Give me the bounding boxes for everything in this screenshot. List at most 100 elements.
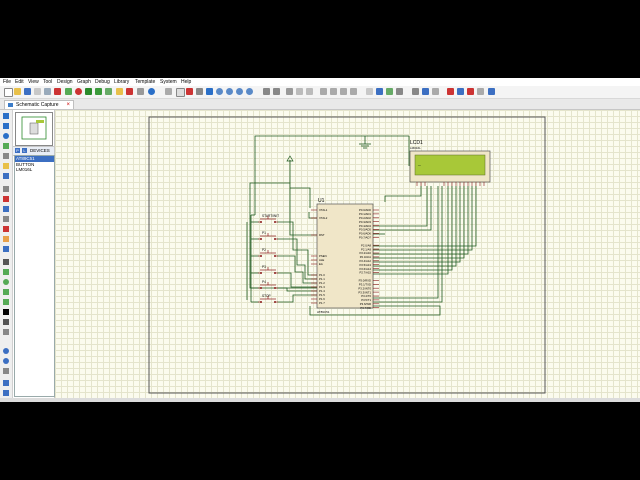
library-manager-button[interactable]: L — [22, 148, 27, 153]
text-icon[interactable] — [3, 309, 9, 315]
3d-icon[interactable] — [105, 88, 112, 95]
close-project-icon[interactable] — [54, 88, 61, 95]
subcircuit-icon[interactable] — [3, 173, 9, 179]
decompose-icon[interactable] — [396, 88, 403, 95]
refresh-icon[interactable] — [165, 88, 172, 95]
menu-file[interactable]: File — [3, 78, 11, 86]
library-icon[interactable] — [137, 88, 144, 95]
arc-icon[interactable] — [3, 289, 9, 295]
pushbutton[interactable]: P2 — [258, 248, 278, 257]
block-delete-icon[interactable] — [350, 88, 357, 95]
grid-icon[interactable] — [176, 88, 185, 97]
tape-icon[interactable] — [3, 216, 9, 222]
design-explorer-icon[interactable] — [447, 88, 454, 95]
mirror-y-icon[interactable] — [3, 390, 9, 396]
menu-system[interactable]: System — [160, 78, 177, 86]
component-mode-icon[interactable] — [3, 123, 9, 129]
menu-library[interactable]: Library — [114, 78, 129, 86]
origin-icon[interactable] — [186, 88, 193, 95]
bom-icon[interactable] — [116, 88, 123, 95]
pushbutton[interactable]: START/INIT — [258, 214, 279, 223]
text-script-icon[interactable] — [3, 153, 9, 159]
package-icon[interactable] — [386, 88, 393, 95]
pick-devices-button[interactable]: P — [15, 148, 20, 153]
electrical-check-icon[interactable] — [488, 88, 495, 95]
redo-icon[interactable] — [273, 88, 280, 95]
zoom-area-icon[interactable] — [246, 88, 253, 95]
terminal-icon[interactable] — [3, 186, 9, 192]
new-sheet-icon[interactable] — [457, 88, 464, 95]
search-icon[interactable] — [422, 88, 429, 95]
menu-help[interactable]: Help — [181, 78, 191, 86]
circle-icon[interactable] — [3, 279, 9, 285]
block-rotate-icon[interactable] — [340, 88, 347, 95]
rotate-cw-icon[interactable] — [3, 348, 9, 354]
selection-mode-icon[interactable] — [3, 113, 9, 119]
paste-icon[interactable] — [306, 88, 313, 95]
pushbutton[interactable]: P3 — [258, 265, 278, 274]
marker-icon[interactable] — [3, 329, 9, 335]
open-icon[interactable] — [14, 88, 21, 95]
help-icon[interactable] — [148, 88, 155, 95]
menu-tool[interactable]: Tool — [43, 78, 52, 86]
source-icon[interactable] — [126, 88, 133, 95]
export-icon[interactable] — [44, 88, 51, 95]
gerber-icon[interactable] — [95, 88, 102, 95]
zoom-in-icon[interactable] — [216, 88, 223, 95]
pushbutton[interactable]: P1 — [258, 231, 278, 240]
undo-icon[interactable] — [263, 88, 270, 95]
pan-icon[interactable] — [196, 88, 203, 95]
copy-icon[interactable] — [296, 88, 303, 95]
pick-device-icon[interactable] — [366, 88, 373, 95]
junction-icon[interactable] — [3, 133, 9, 139]
overview-window[interactable] — [15, 112, 53, 146]
save-icon[interactable] — [24, 88, 31, 95]
angle-icon[interactable] — [3, 368, 9, 374]
move-icon[interactable] — [206, 88, 213, 95]
property-icon[interactable] — [432, 88, 439, 95]
pcb-icon[interactable] — [85, 88, 92, 95]
menu-graph[interactable]: Graph — [77, 78, 91, 86]
close-tab-button[interactable]: × — [66, 101, 70, 109]
mirror-x-icon[interactable] — [3, 380, 9, 386]
rotate-ccw-icon[interactable] — [3, 358, 9, 364]
schematic-icon[interactable] — [75, 88, 82, 95]
pushbutton[interactable]: STOP — [258, 294, 278, 303]
mcu-component[interactable]: U1 AT89C51 XTAL1XTAL2RSTPSENALEEAP1.0P1.… — [311, 198, 379, 314]
remove-sheet-icon[interactable] — [467, 88, 474, 95]
netlist-icon[interactable] — [477, 88, 484, 95]
menu-debug[interactable]: Debug — [95, 78, 110, 86]
menu-template[interactable]: Template — [135, 78, 155, 86]
menu-view[interactable]: View — [28, 78, 39, 86]
button-label: START/INIT — [262, 214, 279, 218]
home-icon[interactable] — [65, 88, 72, 95]
make-device-icon[interactable] — [376, 88, 383, 95]
list-item[interactable]: LM016L — [15, 167, 54, 173]
lcd-component[interactable]: LCD1 LM016L _ — [409, 140, 491, 186]
bus-icon[interactable] — [3, 163, 9, 169]
graph-icon[interactable] — [3, 206, 9, 212]
instrument-icon[interactable] — [3, 246, 9, 252]
cut-icon[interactable] — [286, 88, 293, 95]
probe-icon[interactable] — [3, 236, 9, 242]
generator-icon[interactable] — [3, 226, 9, 232]
path-icon[interactable] — [3, 299, 9, 305]
menu-design[interactable]: Design — [57, 78, 73, 86]
zoom-all-icon[interactable] — [236, 88, 243, 95]
new-icon[interactable] — [4, 88, 13, 97]
block-copy-icon[interactable] — [320, 88, 327, 95]
wire-label-icon[interactable] — [3, 143, 9, 149]
device-pin-icon[interactable] — [3, 196, 9, 202]
menu-edit[interactable]: Edit — [15, 78, 24, 86]
import-icon[interactable] — [34, 88, 41, 95]
symbol-icon[interactable] — [3, 319, 9, 325]
line-icon[interactable] — [3, 259, 9, 265]
block-move-icon[interactable] — [330, 88, 337, 95]
box-icon[interactable] — [3, 269, 9, 275]
zoom-out-icon[interactable] — [226, 88, 233, 95]
tab-schematic-capture[interactable]: Schematic Capture × — [4, 100, 74, 109]
schematic-canvas[interactable]: LCD1 LM016L _ U1 AT89C51 XTAL1 XTAL2 RST PS… — [55, 110, 640, 400]
wire-autorouter-icon[interactable] — [412, 88, 419, 95]
wire — [249, 160, 320, 289]
device-list[interactable]: AT89C51 BUTTON LM016L — [14, 155, 55, 397]
